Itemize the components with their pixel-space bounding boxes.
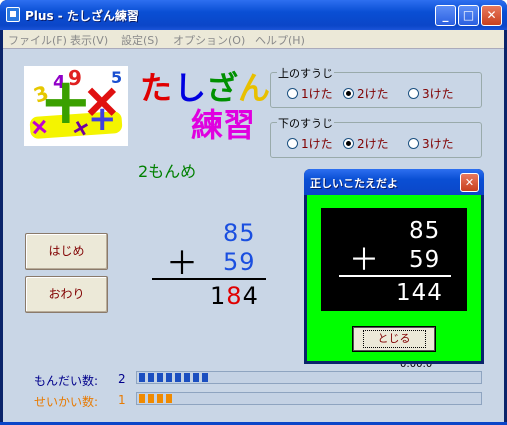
radio-label: 2けた bbox=[357, 137, 389, 151]
progress-segment bbox=[202, 373, 208, 382]
answer-display[interactable]: 184 bbox=[210, 284, 259, 308]
upper-radio-2[interactable]: 2けた bbox=[343, 85, 389, 102]
dialog-title-bar[interactable]: 正しいこたえだよ ✕ bbox=[304, 169, 484, 195]
menu-help[interactable]: ヘルプ(H) bbox=[255, 32, 305, 48]
heading-char: ざ bbox=[206, 69, 239, 107]
lower-radio-1[interactable]: 1けた bbox=[287, 135, 333, 152]
lower-digits-group: 下のすうじ 1けた 2けた 3けた bbox=[270, 115, 482, 158]
dialog-answer: 144 bbox=[396, 280, 443, 306]
progress-segment bbox=[139, 373, 145, 382]
radio-label: 1けた bbox=[301, 137, 333, 151]
title-bar[interactable]: Plus - たしざん練習 _ □ ✕ bbox=[0, 0, 507, 30]
dialog-body: 85 ＋ 59 144 とじる bbox=[307, 195, 481, 361]
radio-icon bbox=[408, 88, 419, 99]
dialog-close-button[interactable]: とじる bbox=[352, 326, 436, 352]
menu-view[interactable]: 表示(V) bbox=[70, 32, 108, 48]
lower-digits-label: 下のすうじ bbox=[277, 115, 334, 131]
questions-progress-bar bbox=[136, 371, 482, 384]
radio-selected-icon bbox=[343, 88, 354, 99]
sum-line bbox=[152, 278, 266, 280]
dialog-close-label: とじる bbox=[362, 330, 426, 348]
maximize-button[interactable]: □ bbox=[458, 5, 479, 26]
dialog-bottom-number: 59 bbox=[409, 247, 441, 273]
answer-digit: 1 bbox=[210, 282, 227, 310]
radio-label: 3けた bbox=[422, 87, 454, 101]
app-icon[interactable] bbox=[6, 7, 20, 22]
dialog-top-number: 85 bbox=[409, 218, 441, 244]
problem-bottom-number: 59 bbox=[223, 248, 256, 276]
progress-segment bbox=[166, 394, 172, 403]
window-title: Plus - たしざん練習 bbox=[25, 9, 139, 23]
radio-selected-icon bbox=[343, 138, 354, 149]
correct-answer-dialog: 正しいこたえだよ ✕ 85 ＋ 59 144 とじる bbox=[304, 169, 484, 364]
dialog-close-icon[interactable]: ✕ bbox=[460, 173, 479, 192]
plus-sign: ＋ bbox=[166, 244, 199, 282]
correct-label: せいかい数: bbox=[34, 395, 99, 409]
heading-char: た bbox=[140, 69, 173, 107]
correct-count: 1 bbox=[118, 393, 126, 407]
heading-char: し bbox=[174, 69, 207, 107]
dialog-title: 正しいこたえだよ bbox=[310, 177, 398, 190]
questions-count: 2 bbox=[118, 372, 126, 386]
radio-icon bbox=[287, 138, 298, 149]
menu-settings[interactable]: 設定(S) bbox=[121, 32, 159, 48]
dialog-plus-sign: ＋ bbox=[349, 243, 379, 278]
lower-radio-3[interactable]: 3けた bbox=[408, 135, 454, 152]
progress-segment bbox=[148, 394, 154, 403]
radio-icon bbox=[287, 88, 298, 99]
progress-segment bbox=[157, 373, 163, 382]
radio-label: 3けた bbox=[422, 137, 454, 151]
progress-segment bbox=[184, 373, 190, 382]
dialog-sum-line bbox=[339, 275, 451, 277]
close-button[interactable]: ✕ bbox=[481, 5, 502, 26]
menu-bar: ファイル(F) 表示(V) 設定(S) オプション(O) ヘルプ(H) bbox=[3, 30, 504, 48]
heading-char: ん bbox=[238, 69, 271, 107]
answer-panel: 85 ＋ 59 144 bbox=[321, 208, 467, 311]
upper-digits-group: 上のすうじ 1けた 2けた 3けた bbox=[270, 65, 482, 108]
progress-segment bbox=[175, 373, 181, 382]
answer-digit: 4 bbox=[242, 282, 259, 310]
progress-segment bbox=[148, 373, 154, 382]
menu-options[interactable]: オプション(O) bbox=[173, 32, 245, 48]
progress-segment bbox=[157, 394, 163, 403]
end-button[interactable]: おわり bbox=[25, 276, 108, 313]
radio-label: 2けた bbox=[357, 87, 389, 101]
question-number: 2もんめ bbox=[138, 162, 197, 181]
questions-label: もんだい数: bbox=[34, 374, 99, 388]
start-button[interactable]: はじめ bbox=[25, 233, 108, 270]
progress-segment bbox=[193, 373, 199, 382]
correct-progress-bar bbox=[136, 392, 482, 405]
lower-radio-2[interactable]: 2けた bbox=[343, 135, 389, 152]
upper-radio-1[interactable]: 1けた bbox=[287, 85, 333, 102]
heading-practice: 練習 bbox=[191, 106, 256, 144]
upper-digits-label: 上のすうじ bbox=[277, 65, 334, 81]
menu-file[interactable]: ファイル(F) bbox=[8, 32, 67, 48]
problem-top-number: 85 bbox=[223, 219, 256, 247]
radio-label: 1けた bbox=[301, 87, 333, 101]
upper-radio-3[interactable]: 3けた bbox=[408, 85, 454, 102]
radio-icon bbox=[408, 138, 419, 149]
progress-segment bbox=[139, 394, 145, 403]
minimize-button[interactable]: _ bbox=[435, 5, 456, 26]
answer-digit: 8 bbox=[226, 282, 243, 310]
logo-image: 3 9 4 5 + + + + + bbox=[21, 62, 142, 146]
main-window: Plus - たしざん練習 _ □ ✕ ファイル(F) 表示(V) 設定(S) … bbox=[0, 0, 507, 425]
progress-segment bbox=[166, 373, 172, 382]
